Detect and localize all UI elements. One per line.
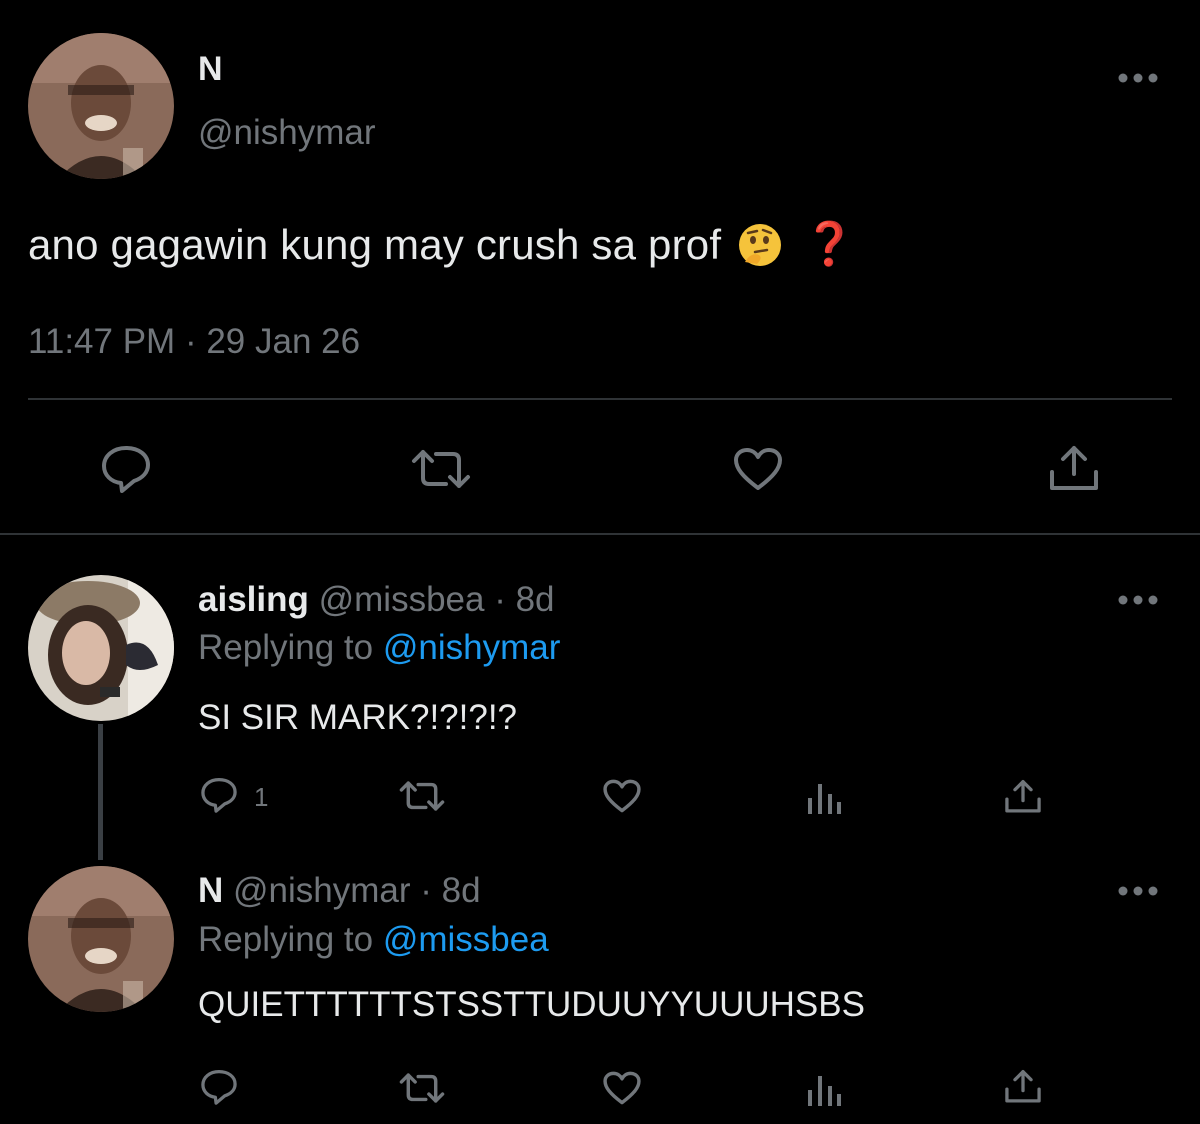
tweet-date: 29 Jan 26 xyxy=(206,322,361,361)
question-mark-emoji: ❓ xyxy=(803,220,856,267)
tweet-timestamp[interactable]: 11:47 PM · 29 Jan 26 xyxy=(28,322,360,362)
share-icon[interactable] xyxy=(1048,444,1100,494)
like-icon[interactable] xyxy=(602,1070,642,1106)
reply-author-avatar[interactable] xyxy=(28,866,174,1012)
reply-count: 1 xyxy=(254,782,269,812)
reply-author-avatar[interactable] xyxy=(28,575,174,721)
replying-to-label: Replying to xyxy=(198,920,374,959)
reply-author-name[interactable]: N xyxy=(198,871,223,910)
replying-to-label: Replying to xyxy=(198,628,374,667)
reply-icon[interactable] xyxy=(200,776,238,814)
reply-author-name[interactable]: aisling xyxy=(198,580,309,619)
replying-to-line: Replying to @missbea xyxy=(198,920,549,960)
retweet-icon[interactable] xyxy=(398,1072,446,1104)
replying-to-handle[interactable]: @missbea xyxy=(383,920,549,959)
analytics-icon[interactable] xyxy=(806,782,842,814)
main-author-handle[interactable]: @nishymar xyxy=(198,113,376,153)
more-icon[interactable] xyxy=(1117,594,1159,606)
main-author-name[interactable]: N xyxy=(198,50,223,89)
analytics-icon[interactable] xyxy=(806,1074,842,1106)
reply-text: QUIETTTTTTSTSSTTUDUUYYUUUHSBS xyxy=(198,985,865,1024)
reply-age[interactable]: 8d xyxy=(516,580,555,619)
reply-author-handle[interactable]: @missbea xyxy=(319,580,485,619)
retweet-icon[interactable] xyxy=(410,448,472,490)
thread-connector-line xyxy=(98,724,103,860)
replying-to-line: Replying to @nishymar xyxy=(198,628,560,668)
like-icon[interactable] xyxy=(602,778,642,814)
reply-header: aisling @missbea · 8d xyxy=(198,580,555,620)
more-icon[interactable] xyxy=(1117,885,1159,897)
reply-icon[interactable] xyxy=(200,1068,238,1106)
reply-header: N @nishymar · 8d xyxy=(198,871,481,911)
share-icon[interactable] xyxy=(1004,1068,1042,1106)
more-icon[interactable] xyxy=(1117,72,1159,84)
main-tweet-body: ano gagawin kung may crush sa prof xyxy=(28,220,722,268)
reply-text: SI SIR MARK?!?!?!? xyxy=(198,698,518,737)
main-author-avatar[interactable] xyxy=(28,33,174,179)
divider xyxy=(0,533,1200,535)
main-tweet-text: ano gagawin kung may crush sa prof ❓ xyxy=(28,220,856,269)
reply-author-handle[interactable]: @nishymar xyxy=(233,871,411,910)
reply-dot: · xyxy=(494,580,506,619)
thinking-face-emoji-icon xyxy=(737,222,783,268)
reply-icon[interactable] xyxy=(100,444,152,494)
replying-to-handle[interactable]: @nishymar xyxy=(383,628,561,667)
like-icon[interactable] xyxy=(732,446,784,492)
tweet-time: 11:47 PM xyxy=(28,322,176,361)
reply-age[interactable]: 8d xyxy=(442,871,481,910)
reply-dot: · xyxy=(420,871,432,910)
meta-separator: · xyxy=(184,322,197,361)
share-icon[interactable] xyxy=(1004,778,1042,816)
retweet-icon[interactable] xyxy=(398,780,446,812)
divider xyxy=(28,398,1172,400)
